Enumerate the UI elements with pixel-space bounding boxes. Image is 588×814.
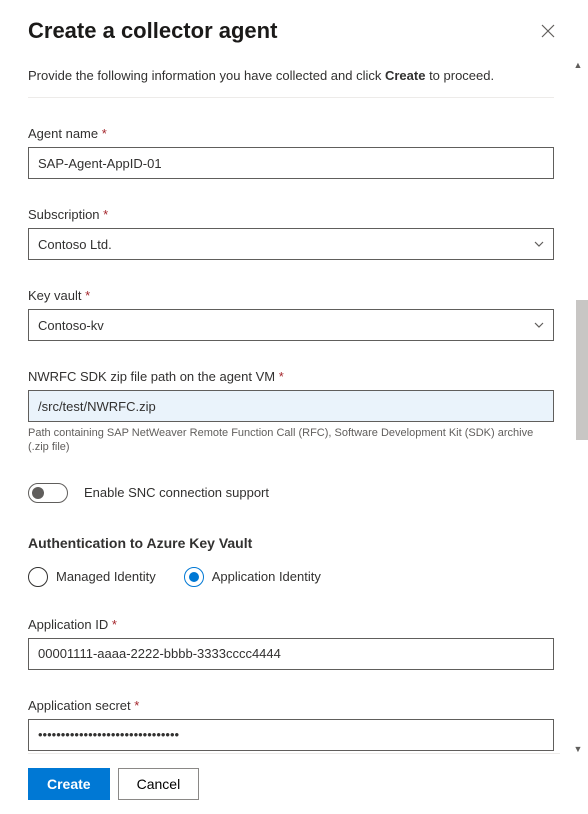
snc-toggle-label: Enable SNC connection support	[84, 485, 269, 500]
sdk-path-input[interactable]	[28, 390, 554, 422]
sdk-path-field: NWRFC SDK zip file path on the agent VM …	[28, 369, 554, 455]
key-vault-select-wrap: Contoso-kv	[28, 309, 554, 341]
key-vault-value: Contoso-kv	[38, 318, 104, 333]
auth-radio-group: Managed Identity Application Identity	[28, 567, 554, 587]
intro-prefix: Provide the following information you ha…	[28, 68, 385, 83]
required-indicator: *	[103, 207, 108, 222]
required-indicator: *	[279, 369, 284, 384]
subscription-select[interactable]: Contoso Ltd.	[28, 228, 554, 260]
radio-circle-checked-icon	[184, 567, 204, 587]
key-vault-select[interactable]: Contoso-kv	[28, 309, 554, 341]
application-secret-input[interactable]	[28, 719, 554, 751]
intro-bold: Create	[385, 68, 425, 83]
collector-agent-panel: Create a collector agent Provide the fol…	[0, 0, 588, 814]
subscription-select-wrap: Contoso Ltd.	[28, 228, 554, 260]
application-id-field: Application ID *	[28, 617, 554, 670]
create-button[interactable]: Create	[28, 768, 110, 800]
panel-header: Create a collector agent	[28, 18, 560, 44]
agent-name-field: Agent name *	[28, 126, 554, 179]
application-secret-label: Application secret *	[28, 698, 554, 713]
sdk-path-label: NWRFC SDK zip file path on the agent VM …	[28, 369, 554, 384]
agent-name-label-text: Agent name	[28, 126, 98, 141]
intro-suffix: to proceed.	[425, 68, 494, 83]
required-indicator: *	[85, 288, 90, 303]
panel-title: Create a collector agent	[28, 18, 277, 44]
key-vault-label-text: Key vault	[28, 288, 81, 303]
toggle-thumb	[32, 487, 44, 499]
required-indicator: *	[112, 617, 117, 632]
sdk-path-label-text: NWRFC SDK zip file path on the agent VM	[28, 369, 275, 384]
sdk-path-help: Path containing SAP NetWeaver Remote Fun…	[28, 426, 554, 455]
subscription-label: Subscription *	[28, 207, 554, 222]
snc-toggle-row: Enable SNC connection support	[28, 483, 554, 503]
radio-application-label: Application Identity	[212, 569, 321, 584]
radio-dot-icon	[189, 572, 199, 582]
key-vault-label: Key vault *	[28, 288, 554, 303]
subscription-label-text: Subscription	[28, 207, 100, 222]
intro-divider	[28, 97, 554, 98]
close-icon	[541, 24, 555, 38]
intro-text: Provide the following information you ha…	[28, 68, 554, 83]
application-id-input[interactable]	[28, 638, 554, 670]
application-secret-field: Application secret *	[28, 698, 554, 751]
required-indicator: *	[102, 126, 107, 141]
application-secret-label-text: Application secret	[28, 698, 131, 713]
radio-managed-identity[interactable]: Managed Identity	[28, 567, 156, 587]
application-id-label: Application ID *	[28, 617, 554, 632]
cancel-button[interactable]: Cancel	[118, 768, 200, 800]
radio-circle-icon	[28, 567, 48, 587]
scrollbar-thumb[interactable]	[576, 300, 588, 440]
snc-toggle[interactable]	[28, 483, 68, 503]
close-button[interactable]	[536, 19, 560, 43]
panel-footer: Create Cancel	[28, 753, 560, 814]
agent-name-label: Agent name *	[28, 126, 554, 141]
key-vault-field: Key vault * Contoso-kv	[28, 288, 554, 341]
required-indicator: *	[134, 698, 139, 713]
form-scroll-area[interactable]: Provide the following information you ha…	[28, 68, 560, 753]
application-id-label-text: Application ID	[28, 617, 108, 632]
auth-section-heading: Authentication to Azure Key Vault	[28, 535, 554, 551]
radio-application-identity[interactable]: Application Identity	[184, 567, 321, 587]
agent-name-input[interactable]	[28, 147, 554, 179]
radio-managed-label: Managed Identity	[56, 569, 156, 584]
subscription-field: Subscription * Contoso Ltd.	[28, 207, 554, 260]
subscription-value: Contoso Ltd.	[38, 237, 112, 252]
